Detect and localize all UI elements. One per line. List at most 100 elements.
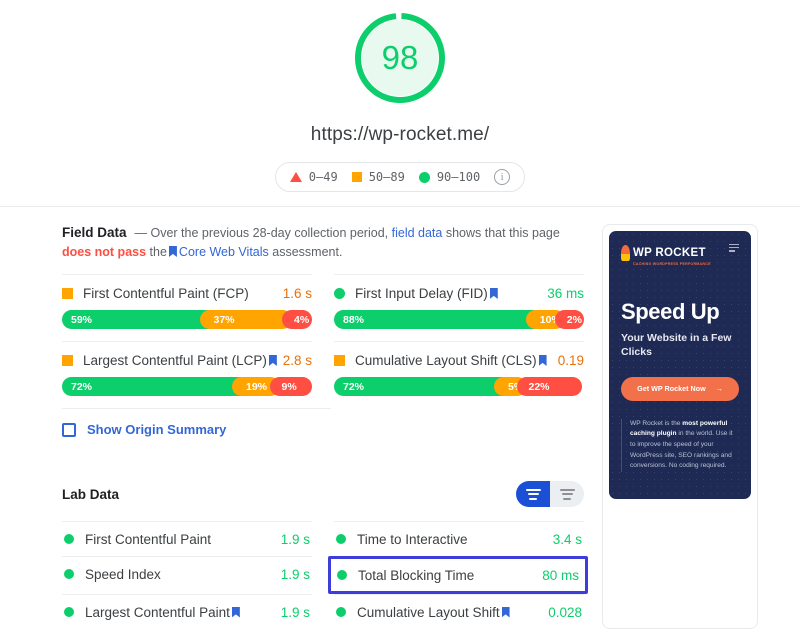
score-header: 98 https://wp-rocket.me/ 0–49 50–89 90–1… (0, 0, 800, 207)
circle-green-icon (64, 569, 74, 579)
field-data-link[interactable]: field data (392, 226, 443, 240)
lab-metric-value: 0.028 (548, 604, 582, 620)
legend-item-average: 50–89 (351, 170, 405, 184)
square-orange-icon (62, 355, 73, 366)
legend-label-good: 90–100 (436, 170, 481, 184)
field-metric-name: Cumulative Layout Shift (CLS) (355, 353, 558, 368)
bookmark-icon (489, 288, 498, 299)
wp-rocket-logo: WP ROCKET CACHING WORDPRESS PERFORMANCE (621, 244, 711, 266)
ad-body-text: WP Rocket is the most powerful caching p… (621, 418, 739, 472)
square-orange-icon (334, 355, 345, 366)
lab-metric-name: Largest Contentful Paint (85, 605, 281, 620)
get-wp-rocket-button[interactable]: Get WP Rocket Now → (621, 376, 739, 401)
lab-metric-value: 80 ms (542, 567, 579, 583)
page-url: https://wp-rocket.me/ (310, 124, 490, 145)
circle-green-icon (337, 570, 347, 580)
field-data-desc-3: the (149, 245, 167, 259)
score-legend: 0–49 50–89 90–100 i (274, 162, 526, 192)
origin-summary-checkbox[interactable] (62, 422, 76, 437)
circle-green-icon (336, 534, 346, 544)
lab-metric-name: First Contentful Paint (85, 531, 212, 547)
lab-metric-value: 1.9 s (280, 604, 310, 620)
field-metric-cls[interactable]: Cumulative Layout Shift (CLS) 0.19 72% 5… (334, 341, 584, 408)
bookmark-icon (231, 606, 240, 618)
dist-segment-poor: 4% (282, 310, 312, 329)
lab-data-header: Lab Data (62, 481, 584, 507)
ad-subheading: Your Website in a Few Clicks (621, 332, 732, 359)
dist-segment-average: 37% (199, 310, 292, 329)
hamburger-menu-icon[interactable] (729, 244, 739, 252)
lab-metric-total-blocking-time[interactable]: Total Blocking Time 80 ms (328, 556, 588, 594)
bookmark-icon (268, 355, 277, 366)
field-metric-value: 2.8 s (282, 353, 312, 368)
dist-segment-good: 72% (62, 377, 242, 396)
origin-summary-label: Show Origin Summary (87, 422, 227, 437)
legend-item-good: 90–100 (418, 170, 481, 184)
circle-green-icon (418, 171, 430, 183)
lab-metric-first-contentful-paint[interactable]: First Contentful Paint 1.9 s (62, 521, 312, 556)
dist-segment-good: 88% (334, 310, 536, 329)
field-data-dash: — (134, 226, 148, 240)
rocket-icon (621, 245, 630, 261)
field-metric-value: 1.6 s (282, 286, 312, 301)
lab-metric-largest-contentful-paint[interactable]: Largest Contentful Paint 1.9 s (62, 594, 312, 629)
ad-heading: Speed Up (621, 299, 720, 325)
dist-segment-poor: 22% (516, 377, 582, 396)
circle-green-icon (334, 288, 345, 299)
list-view-icon[interactable] (550, 481, 584, 507)
field-metric-distribution: 59% 37% 4% (62, 310, 312, 329)
lab-data-title: Lab Data (62, 486, 120, 502)
lab-metric-value: 3.4 s (552, 531, 582, 547)
legend-item-poor: 0–49 (289, 170, 338, 184)
dist-segment-good: 59% (62, 310, 210, 329)
lab-metric-name: Speed Index (85, 566, 161, 582)
legend-label-average: 50–89 (368, 170, 405, 184)
ad-brand-name: WP ROCKET (633, 247, 706, 259)
field-metric-distribution: 72% 19% 9% (62, 377, 312, 396)
field-data-desc-4: assessment. (272, 245, 343, 259)
field-data-verdict: does not pass (62, 245, 147, 259)
field-metric-lcp[interactable]: Largest Contentful Paint (LCP) 2.8 s 72%… (62, 341, 312, 408)
dist-segment-poor: 9% (269, 377, 312, 396)
field-data-desc-2: shows that this page (445, 226, 560, 240)
square-orange-icon (351, 172, 362, 182)
legend-label-poor: 0–49 (308, 170, 338, 184)
field-metric-name: First Input Delay (FID) (355, 286, 547, 301)
wp-rocket-ad-card[interactable]: WP ROCKET CACHING WORDPRESS PERFORMANCE … (602, 224, 758, 629)
field-metric-fid[interactable]: First Input Delay (FID) 36 ms 88% 10% 2% (334, 274, 584, 341)
bookmark-icon (538, 355, 547, 366)
triangle-red-icon (289, 172, 302, 182)
performance-gauge: 98 (350, 8, 450, 108)
field-data-desc-1: Over the previous 28-day collection peri… (150, 226, 389, 240)
lab-metric-name: Time to Interactive (357, 531, 468, 547)
dist-segment-good: 72% (334, 377, 504, 396)
lab-view-toggle[interactable] (516, 481, 584, 507)
show-origin-summary-row[interactable]: Show Origin Summary (62, 408, 331, 437)
info-icon[interactable]: i (494, 169, 511, 185)
ad-cta-label: Get WP Rocket Now (637, 384, 706, 394)
ad-tagline: CACHING WORDPRESS PERFORMANCE (633, 261, 711, 266)
bookmark-icon (501, 606, 510, 618)
dist-segment-poor: 2% (554, 310, 584, 329)
grid-view-icon[interactable] (516, 481, 550, 507)
bookmark-icon (168, 246, 177, 257)
field-metric-fcp[interactable]: First Contentful Paint (FCP) 1.6 s 59% 3… (62, 274, 312, 341)
lab-metric-speed-index[interactable]: Speed Index 1.9 s (62, 556, 312, 591)
lab-data-metrics: First Contentful Paint 1.9 s Time to Int… (62, 521, 588, 629)
field-data-metrics: First Contentful Paint (FCP) 1.6 s 59% 3… (62, 274, 584, 408)
field-metric-distribution: 72% 5% 22% (334, 377, 584, 396)
lab-metric-name: Total Blocking Time (358, 567, 475, 583)
circle-green-icon (64, 534, 74, 544)
field-metric-value: 0.19 (557, 353, 584, 368)
field-data-description: Field Data — Over the previous 28-day col… (62, 223, 584, 262)
arrow-right-icon: → (715, 384, 723, 394)
lab-metric-cumulative-layout-shift[interactable]: Cumulative Layout Shift 0.028 (334, 594, 584, 629)
field-metric-name: Largest Contentful Paint (LCP) (83, 353, 283, 368)
lab-metric-time-to-interactive[interactable]: Time to Interactive 3.4 s (334, 521, 584, 556)
lab-metric-value: 1.9 s (280, 531, 310, 547)
score-value: 98 (381, 39, 419, 76)
square-orange-icon (62, 288, 73, 299)
core-web-vitals-link[interactable]: Core Web Vitals (179, 245, 269, 259)
lab-metric-value: 1.9 s (280, 566, 310, 582)
field-metric-value: 36 ms (547, 286, 584, 301)
